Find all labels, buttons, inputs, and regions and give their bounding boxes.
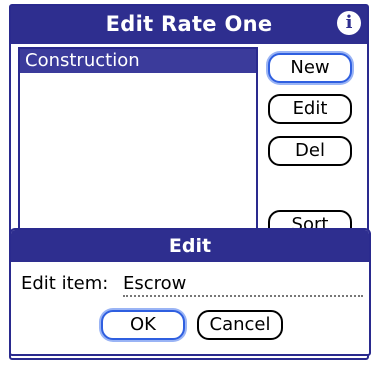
del-button[interactable]: Del xyxy=(268,136,352,166)
list-item[interactable]: Construction xyxy=(20,49,256,73)
edit-item-label: Edit item: xyxy=(21,273,109,294)
ok-button[interactable]: OK xyxy=(101,310,185,340)
dialog-title: Edit xyxy=(11,230,369,262)
cancel-button[interactable]: Cancel xyxy=(197,310,283,340)
new-button[interactable]: New xyxy=(268,53,352,83)
info-icon[interactable]: i xyxy=(337,11,361,35)
edit-dialog: Edit Edit item: OK Cancel xyxy=(9,228,371,356)
form-title: Edit Rate One xyxy=(105,12,273,36)
items-list[interactable]: Construction xyxy=(18,47,258,242)
form-titlebar: Edit Rate One i xyxy=(11,6,367,44)
edit-item-field[interactable] xyxy=(123,271,363,297)
edit-button[interactable]: Edit xyxy=(268,94,352,124)
